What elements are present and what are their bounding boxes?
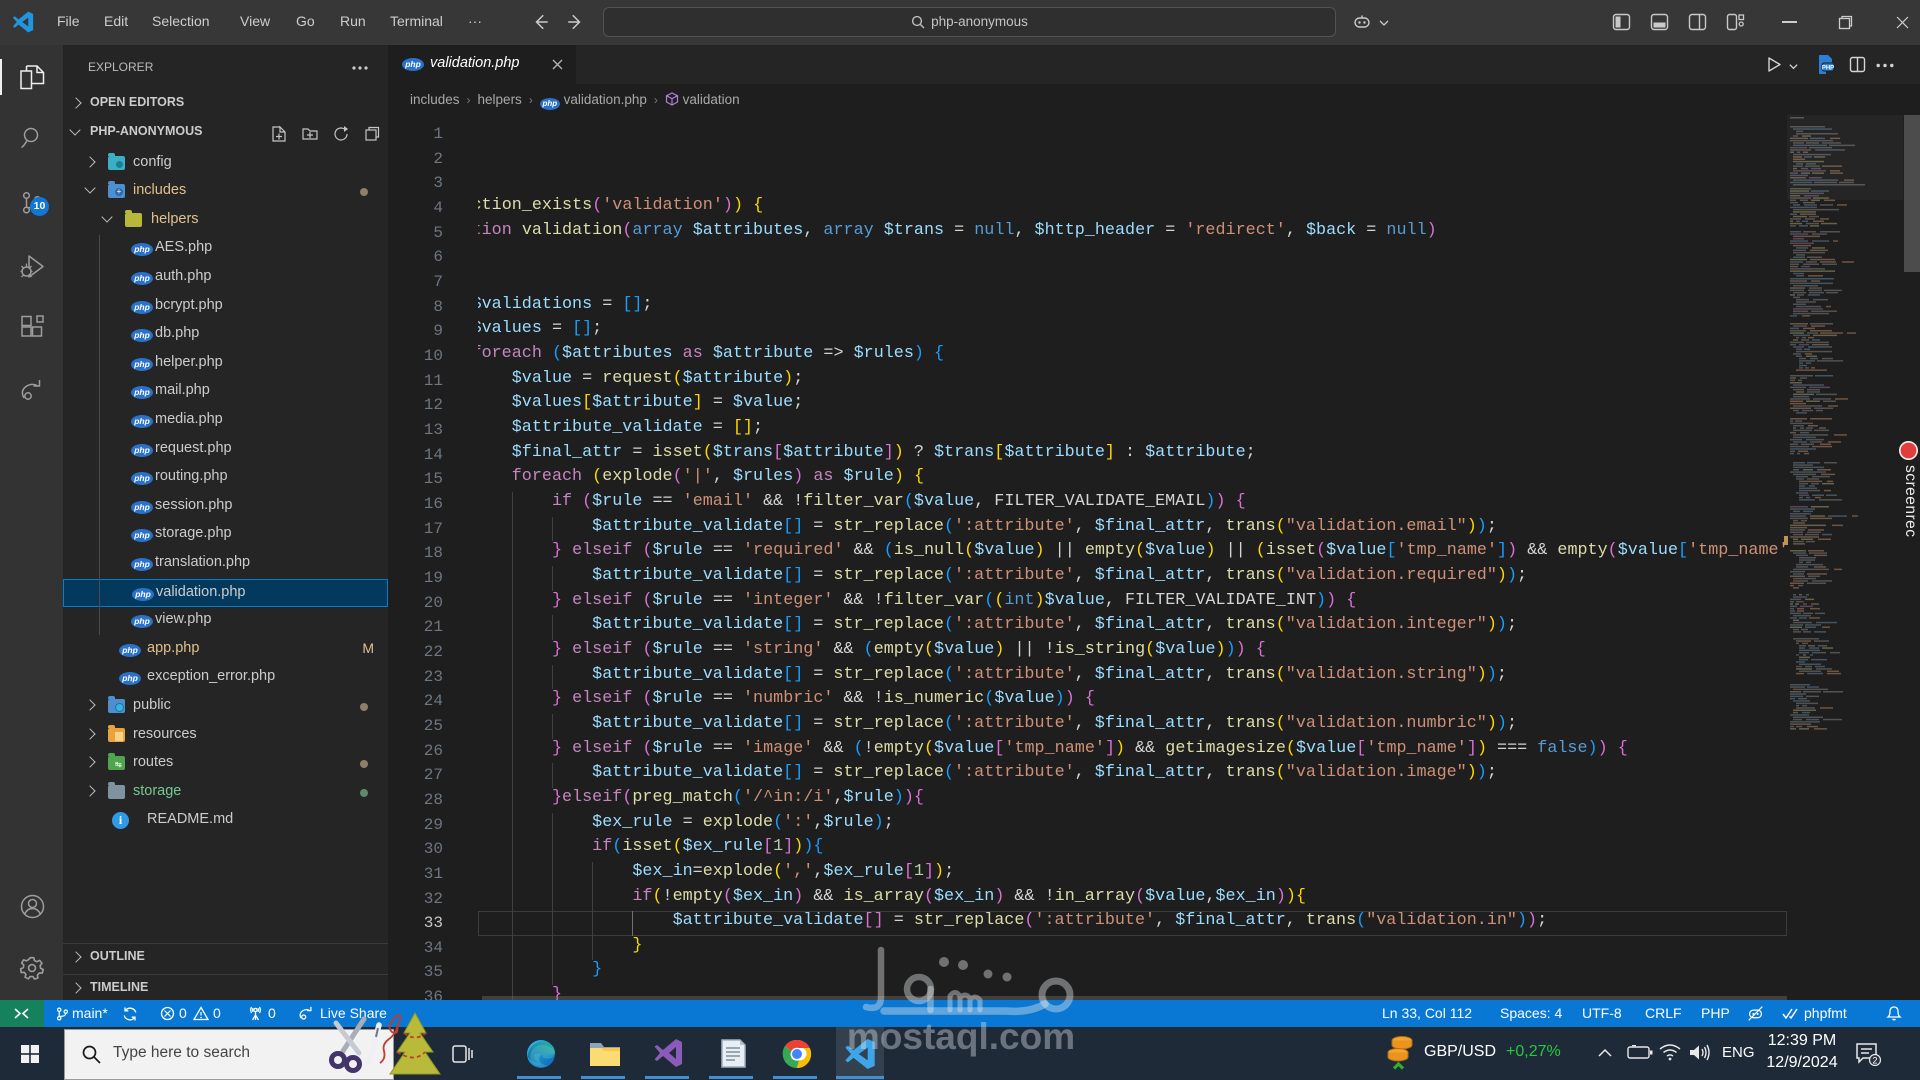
svg-text:2: 2 — [1872, 1056, 1877, 1066]
svg-text:PHP: PHP — [1822, 66, 1834, 72]
